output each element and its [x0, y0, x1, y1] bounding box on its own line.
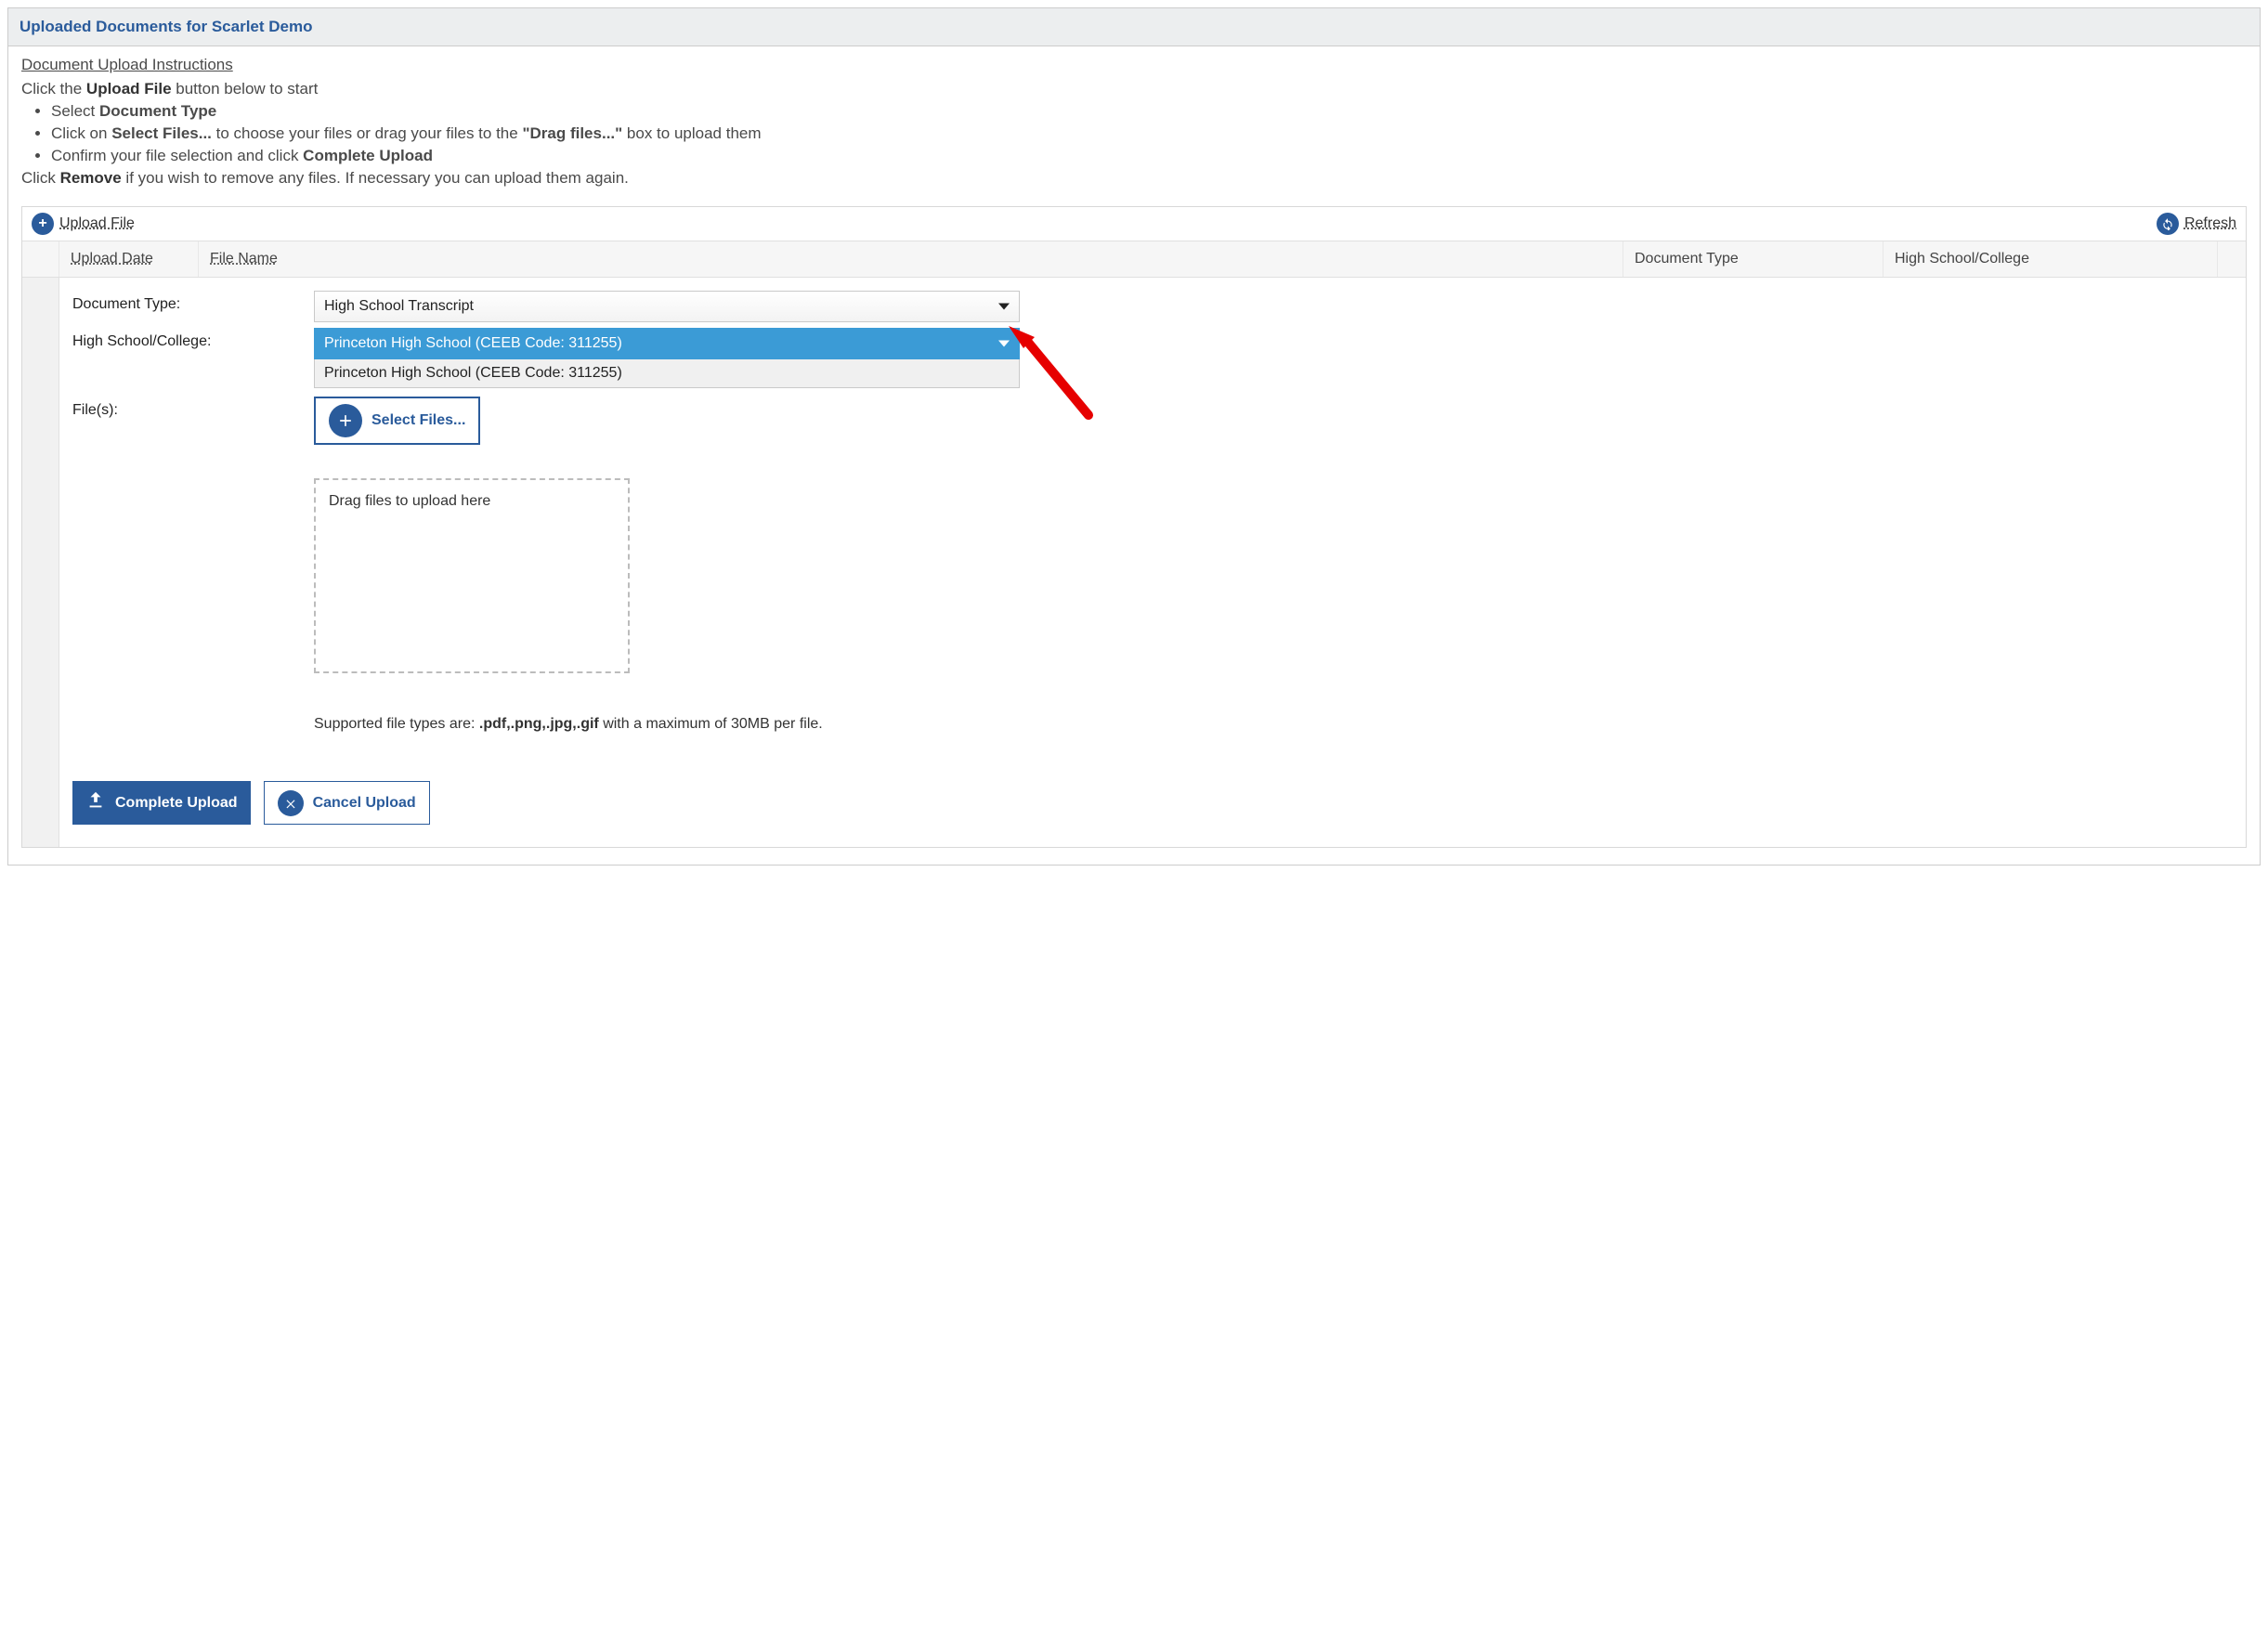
row-files: File(s): Select Files... Drag files to u…: [72, 397, 2233, 825]
complete-upload-button[interactable]: Complete Upload: [72, 781, 251, 825]
panel-title: Uploaded Documents for Scarlet Demo: [8, 8, 2260, 46]
field-school: Princeton High School (CEEB Code: 311255…: [314, 328, 1020, 359]
uploaded-documents-panel: Uploaded Documents for Scarlet Demo Docu…: [7, 7, 2261, 866]
select-files-label: Select Files...: [371, 412, 465, 429]
grid-header-upload-date[interactable]: Upload Date: [59, 241, 199, 277]
upload-file-label: Upload File: [59, 215, 135, 232]
select-files-button[interactable]: Select Files...: [314, 397, 480, 445]
grid-header-end: [2218, 241, 2246, 277]
label-school: High School/College:: [72, 328, 314, 350]
school-value: Princeton High School (CEEB Code: 311255…: [324, 335, 622, 352]
upload-icon: [85, 790, 106, 815]
label-document-type: Document Type:: [72, 291, 314, 313]
dropzone-text: Drag files to upload here: [329, 493, 490, 509]
text: Confirm your file selection and click: [51, 147, 303, 164]
close-icon: [278, 790, 304, 816]
instructions-list: Select Document Type Click on Select Fil…: [34, 102, 2247, 165]
school-dropdown-list: Princeton High School (CEEB Code: 311255…: [314, 359, 1020, 388]
refresh-icon: [2157, 213, 2179, 235]
plus-icon: +: [32, 213, 54, 235]
field-files: Select Files... Drag files to upload her…: [314, 397, 1020, 825]
upload-grid: + Upload File Refresh Upload Date File N…: [21, 206, 2247, 848]
chevron-down-icon: [998, 304, 1010, 310]
text-bold: Upload File: [86, 80, 172, 98]
action-row: Complete Upload Cancel Upload: [72, 781, 1020, 825]
text: box to upload them: [622, 124, 761, 142]
plus-circle-icon: [329, 404, 362, 437]
text: Click: [21, 169, 60, 187]
field-document-type: High School Transcript: [314, 291, 1020, 322]
row-school: High School/College: Princeton High Scho…: [72, 328, 2233, 359]
grid-header-file-name[interactable]: File Name: [199, 241, 1623, 277]
cancel-upload-label: Cancel Upload: [313, 795, 416, 812]
school-option[interactable]: Princeton High School (CEEB Code: 311255…: [315, 359, 1019, 387]
panel-body: Document Upload Instructions Click the U…: [8, 46, 2260, 865]
text-bold: Document Type: [99, 102, 216, 120]
grid-header-handle: [22, 241, 59, 277]
chevron-down-icon: [998, 341, 1010, 347]
text-bold: .pdf,.png,.jpg,.gif: [479, 716, 599, 732]
document-type-value: High School Transcript: [324, 298, 474, 315]
school-dropdown[interactable]: Princeton High School (CEEB Code: 311255…: [314, 328, 1020, 359]
document-type-dropdown[interactable]: High School Transcript: [314, 291, 1020, 322]
supported-file-types: Supported file types are: .pdf,.png,.jpg…: [314, 716, 1020, 733]
file-dropzone[interactable]: Drag files to upload here: [314, 478, 630, 673]
grid-header-row: Upload Date File Name Document Type High…: [22, 241, 2246, 278]
refresh-label: Refresh: [2184, 215, 2236, 232]
instruction-line-remove: Click Remove if you wish to remove any f…: [21, 169, 2247, 188]
cancel-upload-button[interactable]: Cancel Upload: [264, 781, 430, 825]
upload-form-area: Document Type: High School Transcript Hi…: [22, 278, 2246, 847]
text: Click the: [21, 80, 86, 98]
complete-upload-label: Complete Upload: [115, 795, 238, 812]
instruction-bullet-2: Click on Select Files... to choose your …: [51, 124, 2247, 143]
instructions-title: Document Upload Instructions: [21, 56, 2247, 74]
instruction-bullet-1: Select Document Type: [51, 102, 2247, 121]
grid-header-document-type: Document Type: [1623, 241, 1883, 277]
form-body: Document Type: High School Transcript Hi…: [59, 278, 2246, 847]
text-bold: Complete Upload: [303, 147, 433, 164]
grid-toolbar: + Upload File Refresh: [22, 207, 2246, 241]
text-bold: Remove: [60, 169, 122, 187]
grid-header-school: High School/College: [1883, 241, 2218, 277]
upload-file-button[interactable]: + Upload File: [32, 213, 135, 235]
instruction-line-1: Click the Upload File button below to st…: [21, 80, 2247, 98]
text: button below to start: [172, 80, 319, 98]
text: to choose your files or drag your files …: [212, 124, 523, 142]
text: if you wish to remove any files. If nece…: [122, 169, 629, 187]
row-document-type: Document Type: High School Transcript: [72, 291, 2233, 322]
text: Click on: [51, 124, 111, 142]
text-bold: Select Files...: [111, 124, 212, 142]
form-gutter: [22, 278, 59, 847]
instruction-bullet-3: Confirm your file selection and click Co…: [51, 147, 2247, 165]
refresh-button[interactable]: Refresh: [2157, 213, 2236, 235]
text: with a maximum of 30MB per file.: [599, 716, 823, 732]
label-files: File(s):: [72, 397, 314, 419]
text-bold: "Drag files...": [522, 124, 622, 142]
text: Select: [51, 102, 99, 120]
text: Supported file types are:: [314, 716, 479, 732]
